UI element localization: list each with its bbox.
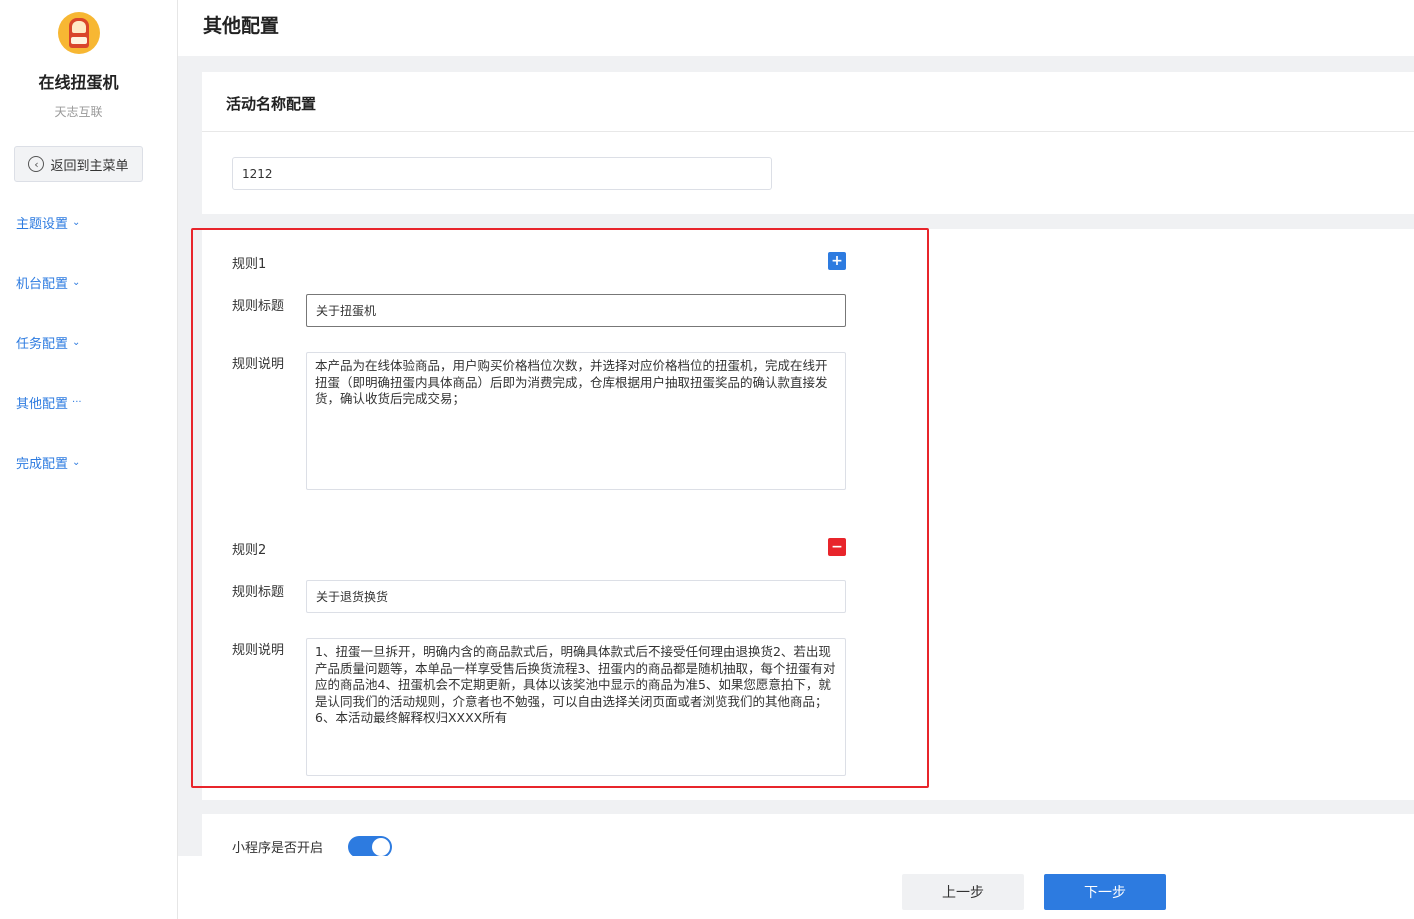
rule-1-desc-label: 规则说明: [232, 357, 285, 372]
rule-2-title-input[interactable]: [306, 580, 846, 613]
sidebar-item-label: 主题设置: [16, 217, 69, 232]
ellipsis-icon: ···: [72, 397, 82, 408]
next-step-button[interactable]: 下一步: [1044, 874, 1166, 910]
chevron-down-icon: ⌄: [72, 217, 81, 228]
minus-icon: −: [831, 539, 843, 555]
rule-1-desc-textarea[interactable]: 本产品为在线体验商品，用户购买价格档位次数，并选择对应价格档位的扭蛋机，完成在线…: [306, 352, 846, 490]
sidebar-item-task[interactable]: 任务配置 ⌄: [16, 333, 80, 352]
sidebar-item-machine[interactable]: 机台配置 ⌄: [16, 273, 80, 292]
sidebar-item-label: 完成配置: [16, 457, 69, 472]
rule-1-title-input[interactable]: [306, 294, 846, 327]
page-title: 其他配置: [203, 15, 280, 37]
sidebar-item-theme[interactable]: 主题设置 ⌄: [16, 213, 80, 232]
remove-rule-button[interactable]: −: [828, 538, 846, 556]
back-to-main-menu-button[interactable]: ‹ 返回到主菜单: [14, 146, 143, 182]
rule-1-title-label: 规则标题: [232, 299, 285, 314]
sidebar: 在线扭蛋机 天志互联 ‹ 返回到主菜单 主题设置 ⌄ 机台配置 ⌄ 任务配置 ⌄…: [0, 0, 178, 919]
rule-2-title-label: 规则标题: [232, 585, 285, 600]
toggle-knob: [372, 838, 390, 856]
plus-icon: +: [831, 253, 843, 269]
gashapon-logo-icon: [58, 12, 100, 54]
sidebar-item-complete[interactable]: 完成配置 ⌄: [16, 453, 80, 472]
chevron-down-icon: ⌄: [72, 277, 81, 288]
rule-2-desc-label: 规则说明: [232, 643, 285, 658]
rule-2-label: 规则2: [232, 543, 267, 558]
activity-name-card: 活动名称配置: [202, 72, 1414, 214]
miniprogram-toggle[interactable]: [348, 836, 392, 858]
page-header: 其他配置: [178, 0, 1414, 56]
rule-2-desc-textarea[interactable]: 1、扭蛋一旦拆开，明确内含的商品款式后，明确具体款式后不接受任何理由退换货2、若…: [306, 638, 846, 776]
miniprogram-toggle-label: 小程序是否开启: [232, 841, 324, 856]
back-button-label: 返回到主菜单: [50, 158, 129, 174]
sidebar-item-label: 任务配置: [16, 337, 69, 352]
chevron-down-icon: ⌄: [72, 457, 81, 468]
sidebar-item-label: 其他配置: [16, 397, 69, 412]
activity-name-title: 活动名称配置: [226, 95, 317, 113]
activity-name-input[interactable]: [232, 157, 772, 190]
back-circle-icon: ‹: [28, 156, 45, 172]
divider: [202, 131, 1414, 132]
app-name: 在线扭蛋机: [38, 73, 119, 92]
sidebar-item-other[interactable]: 其他配置 ···: [16, 393, 82, 412]
sidebar-item-label: 机台配置: [16, 277, 69, 292]
app-subtitle: 天志互联: [54, 105, 103, 119]
prev-step-button[interactable]: 上一步: [902, 874, 1024, 910]
chevron-down-icon: ⌄: [72, 337, 81, 348]
rule-1-label: 规则1: [232, 257, 267, 272]
add-rule-button[interactable]: +: [828, 252, 846, 270]
footer-bar: [178, 856, 1414, 919]
